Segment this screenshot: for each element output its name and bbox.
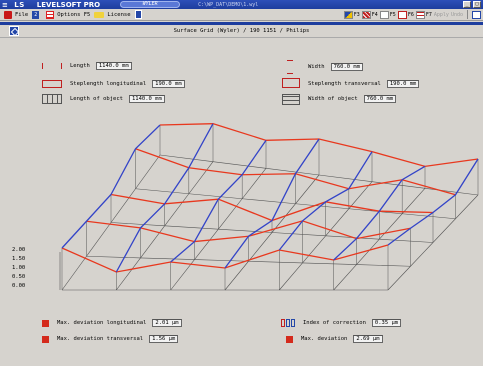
base-grid-line (140, 257, 195, 260)
base-grid-line (410, 242, 434, 267)
base-grid-line (356, 238, 380, 265)
base-grid-line (194, 228, 219, 260)
transversal-line (110, 193, 434, 222)
max-deviation-icon (286, 335, 293, 343)
base-grid-line (188, 161, 214, 194)
max-dev-row: Max. deviation 2.69 µm (286, 335, 383, 343)
base-grid-line (401, 188, 426, 214)
base-grid-line (302, 262, 357, 265)
base-grid-line (110, 188, 136, 223)
index-correction-row: Index of correction 0.35 µm (281, 319, 402, 327)
base-grid-line (271, 232, 326, 237)
max-dev-value: 2.69 µm (353, 335, 383, 343)
max-dev-long-label: Max. deviation longitudinal (57, 320, 147, 326)
max-dev-long-row: Max. deviation longitudinal 2.01 µm (42, 319, 182, 327)
max-dev-trans-value: 1.56 µm (149, 335, 179, 343)
base-grid-line (86, 222, 112, 257)
base-grid-line (379, 213, 403, 240)
base-grid-line (356, 264, 411, 267)
base-grid-line (164, 225, 219, 230)
base-grid-line (432, 218, 456, 243)
base-grid-line (455, 194, 479, 219)
base-grid-line (135, 188, 189, 195)
index-correction-value: 0.35 µm (371, 319, 402, 327)
index-correction-label: Index of correction (303, 320, 366, 326)
max-dev-label: Max. deviation (301, 336, 348, 342)
max-dev-long-value: 2.01 µm (152, 319, 182, 327)
base-grid-line (242, 198, 296, 205)
base-grid-line (318, 174, 373, 182)
base-grid-line (224, 261, 249, 291)
max-dev-trans-row: Max. deviation transversal 1.56 µm (42, 335, 179, 343)
transversal-swatch (42, 335, 49, 343)
base-grid-line (194, 259, 249, 262)
base-grid-line (86, 255, 141, 259)
base-grid-line (302, 235, 326, 264)
base-grid-line (379, 238, 434, 243)
base-grid-line (387, 266, 411, 291)
base-grid-line (248, 260, 303, 264)
base-grid-line (61, 256, 87, 291)
max-dev-trans-label: Max. deviation transversal (57, 336, 144, 342)
base-grid-line (279, 262, 303, 291)
correction-icon (281, 319, 295, 327)
base-grid-line (116, 257, 141, 291)
longitudinal-swatch (42, 319, 49, 327)
base-grid-line (135, 154, 161, 189)
longitudinal-line (224, 138, 320, 269)
base-grid-line (333, 264, 357, 291)
base-grid-line (402, 213, 456, 220)
base-grid-line (212, 161, 267, 169)
base-grid-line (241, 168, 267, 199)
base-grid-line (188, 193, 243, 200)
surface-grid-plot (59, 123, 479, 291)
